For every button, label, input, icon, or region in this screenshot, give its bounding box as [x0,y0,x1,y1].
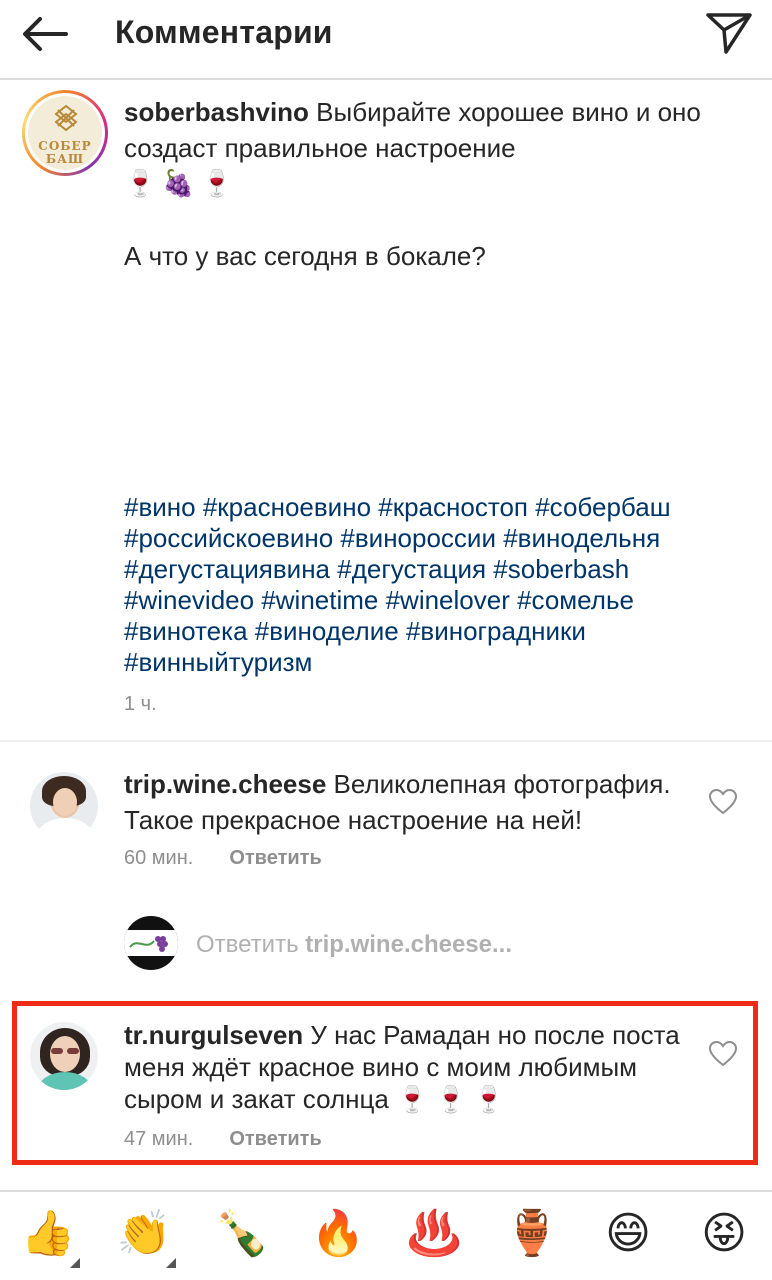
page-title: Комментарии [115,14,333,50]
caption-emojis: 🍷🍇🍷 [124,169,240,199]
reply-target: trip.wine.cheese... [305,931,513,958]
commenter-avatar[interactable] [30,1022,98,1090]
current-user-avatar [124,916,178,970]
caption-timestamp: 1 ч. [124,693,157,715]
reply-prefix: Ответить [196,931,299,958]
tongue-out-face-emoji[interactable]: 😝 [694,1204,754,1264]
back-arrow-icon[interactable] [18,12,74,56]
hashtag-line[interactable]: #дегустациявина #дегустация #soberbash [124,554,744,585]
hot-springs-emoji[interactable]: ♨️ [404,1204,464,1264]
reply-button[interactable]: Ответить [229,847,321,869]
commenter-avatar[interactable] [30,772,98,840]
clapping-hands-emoji[interactable]: 👏 [114,1204,174,1264]
hashtag-line[interactable]: #винотека #виноделие #виноградники [124,616,744,647]
comment-timestamp: 47 мин. [124,1128,194,1150]
thumbs-up-emoji[interactable]: 👍 [18,1204,78,1264]
hashtag-line[interactable]: #вино #красноевино #красностоп #собербаш [124,492,744,523]
amphora-emoji[interactable]: 🏺 [502,1204,562,1264]
comment-text: tr.nurgulseven У нас Рамадан но после по… [124,1019,694,1116]
hashtag-line[interactable]: #винныйтуризм [124,647,744,678]
like-heart-icon[interactable] [708,788,738,816]
logo-text-top: СОБЕР [38,139,92,153]
comment-meta: 60 мин. Ответить [124,846,322,870]
caption-question: А что у вас сегодня в бокале? [124,241,486,271]
comment-emojis: 🍷🍷🍷 [396,1085,512,1115]
comment-username[interactable]: tr.nurgulseven [124,1020,303,1050]
fire-emoji[interactable]: 🔥 [308,1204,368,1264]
skin-tone-indicator [166,1258,176,1268]
caption-author-avatar[interactable]: СОБЕР БАШ [22,90,108,176]
soberbash-logo: СОБЕР БАШ [28,96,102,170]
quick-emoji-bar: 👍 👏 🍾 🔥 ♨️ 🏺 😄 😝 [0,1190,772,1280]
reply-button[interactable]: Ответить [229,1128,321,1150]
logo-text-bottom: БАШ [45,152,85,166]
hashtag-line[interactable]: #winevideo #winetime #winelover #сомелье [124,585,744,616]
grinning-face-emoji[interactable]: 😄 [598,1204,658,1264]
champagne-emoji[interactable]: 🍾 [212,1204,272,1264]
grape-vine-icon [129,936,168,952]
paper-plane-icon[interactable] [704,10,754,56]
comment-text: trip.wine.cheese Великолепная фотография… [124,766,694,838]
skin-tone-indicator [70,1258,80,1268]
comment-timestamp: 60 мин. [124,847,194,869]
caption-divider [0,740,772,742]
comment-meta: 47 мин. Ответить [124,1127,322,1151]
caption-hashtags[interactable]: #вино #красноевино #красностоп #собербаш… [124,492,744,678]
knot-ornament-icon [54,104,78,132]
like-heart-icon[interactable] [708,1040,738,1068]
top-bar: Комментарии [0,0,772,80]
caption-username[interactable]: soberbashvino [124,97,309,127]
comment-username[interactable]: trip.wine.cheese [124,769,326,799]
caption-text: soberbashvino Выбирайте хорошее вино и о… [124,94,744,166]
hashtag-line[interactable]: #российскоевино #винороссии #винодельня [124,523,744,554]
reply-input[interactable]: Ответить trip.wine.cheese... [196,930,512,960]
